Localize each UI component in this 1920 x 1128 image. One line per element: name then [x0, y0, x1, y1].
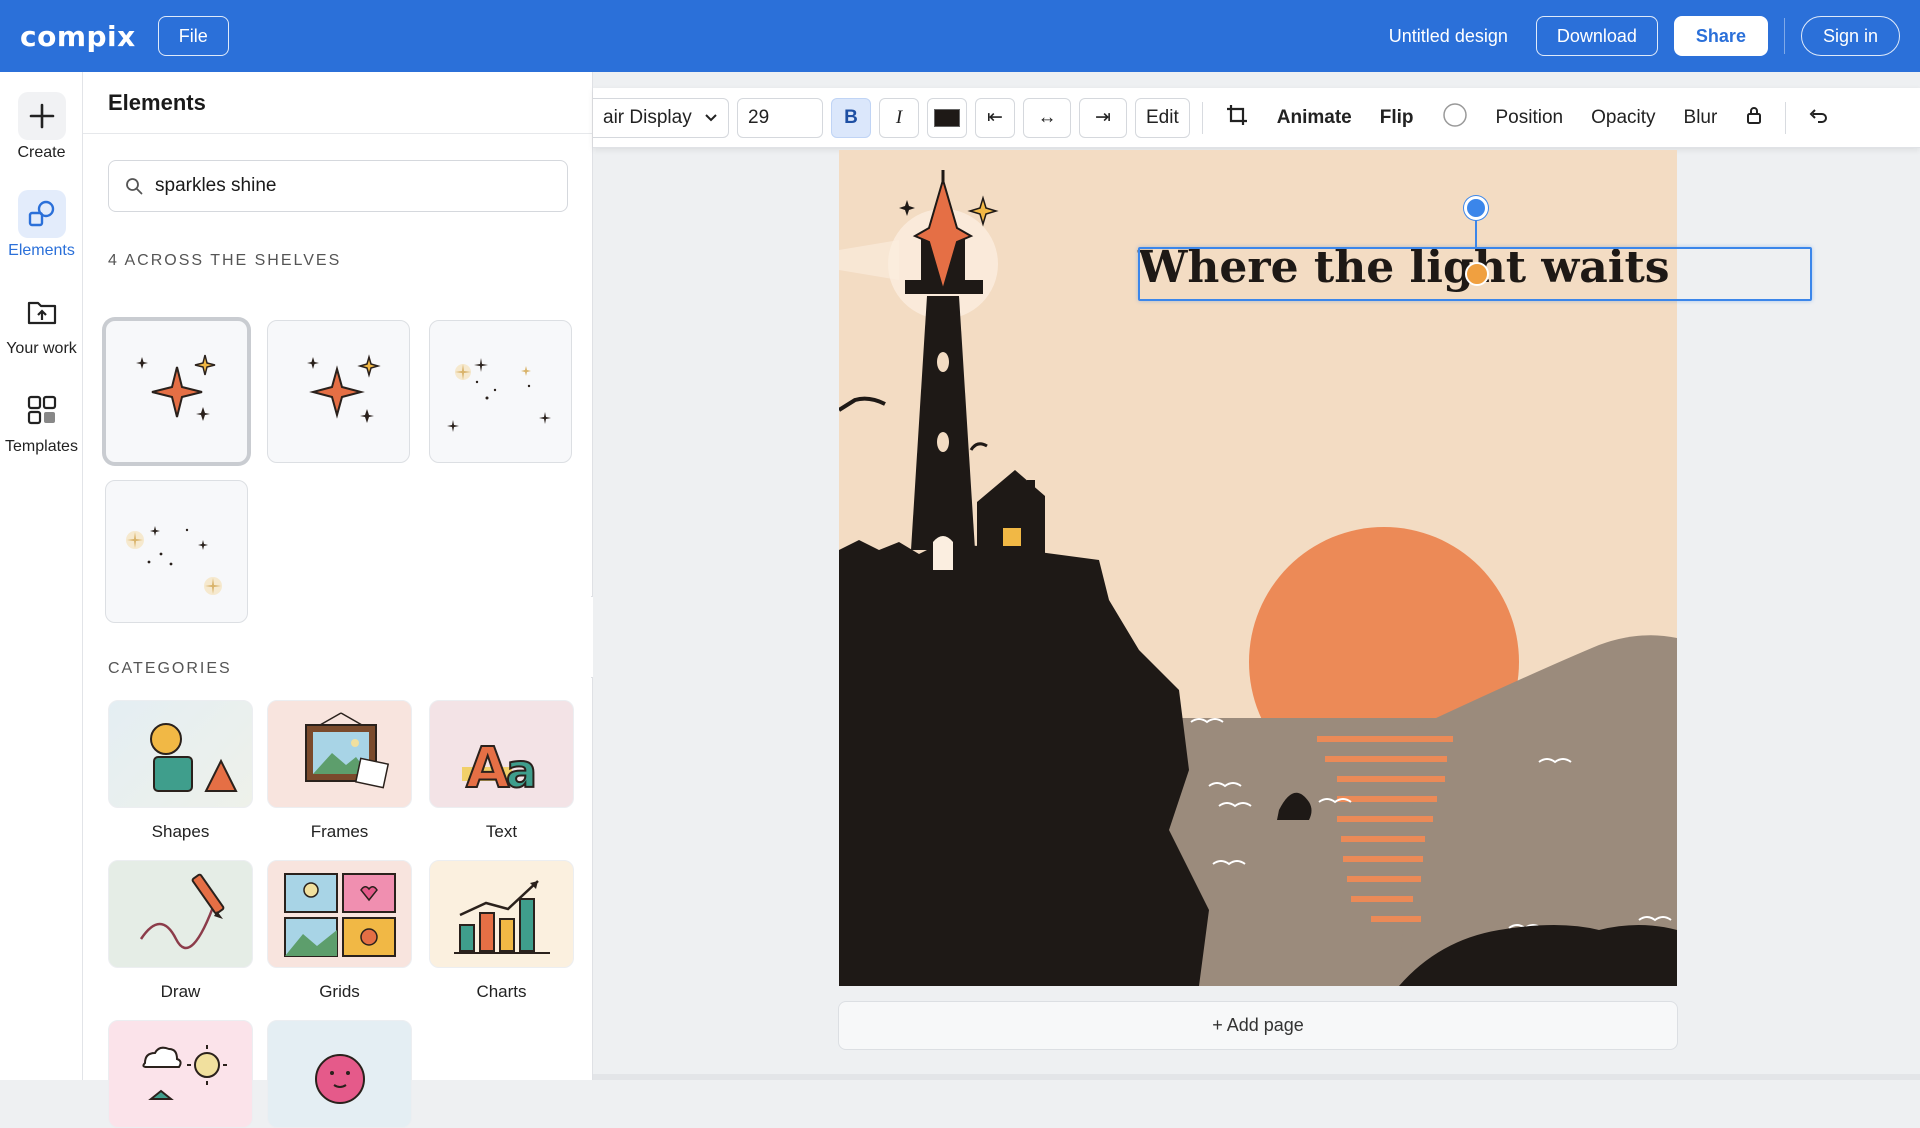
charts-thumbnail-icon: [429, 860, 574, 968]
category-faces[interactable]: [267, 1020, 412, 1128]
category-shapes[interactable]: Shapes: [108, 700, 253, 842]
color-swatch: [934, 108, 960, 127]
divider: [1783, 18, 1785, 54]
plus-icon: [17, 92, 66, 140]
divider: [1201, 101, 1203, 134]
draw-thumbnail-icon: [108, 860, 253, 968]
sparkle-result-4[interactable]: [105, 480, 248, 623]
sparkle-result-3[interactable]: [429, 320, 572, 463]
text-thumbnail-icon: Aa: [429, 700, 574, 808]
download-button[interactable]: Download: [1535, 16, 1658, 56]
category-stickers[interactable]: [108, 1020, 253, 1128]
bold-button[interactable]: B: [831, 97, 871, 138]
frames-thumbnail-icon: [267, 700, 412, 808]
flip-button[interactable]: Flip: [1370, 107, 1424, 129]
undo-icon[interactable]: [1798, 106, 1838, 130]
align-center-button[interactable]: ↔: [1023, 97, 1071, 138]
category-label: Shapes: [151, 822, 210, 841]
crop-icon[interactable]: [1215, 103, 1259, 133]
shapes-thumbnail-icon: [108, 700, 253, 808]
shapes-icon: [17, 190, 66, 238]
rotate-handle-icon[interactable]: [1464, 196, 1488, 220]
weather-thumbnail-icon: [108, 1020, 253, 1128]
side-rail: Create Elements Your work Templates: [0, 72, 83, 1080]
results-label: 4 ACROSS THE SHELVES: [108, 252, 342, 269]
move-handle-icon[interactable]: [1465, 262, 1489, 286]
divider: [1785, 101, 1787, 134]
search-input[interactable]: sparkles shine: [108, 160, 568, 212]
category-label: Charts: [476, 982, 527, 1001]
panel-title: Elements: [83, 72, 592, 134]
horizontal-scrollbar[interactable]: [593, 1074, 1920, 1080]
edit-button[interactable]: Edit: [1135, 97, 1190, 138]
svg-text:A: A: [466, 736, 510, 799]
sparkle-icon: [135, 354, 215, 421]
rail-label: Create: [17, 144, 66, 161]
folder-upload-icon: [18, 288, 66, 336]
grid-icon: [18, 386, 66, 434]
sparkle-result-2[interactable]: [267, 320, 410, 463]
document-title[interactable]: Untitled design: [1389, 26, 1508, 47]
category-label: Grids: [319, 982, 360, 1001]
rail-elements[interactable]: Elements: [0, 190, 83, 260]
category-charts[interactable]: Charts: [429, 860, 574, 1002]
category-text[interactable]: Aa Text: [429, 700, 574, 842]
top-bar: compix File Untitled design Download Sha…: [0, 0, 1920, 72]
sign-in-button[interactable]: Sign in: [1800, 16, 1900, 56]
file-menu-button[interactable]: File: [157, 16, 229, 56]
sparkle-icon: [306, 353, 381, 423]
svg-text:a: a: [506, 744, 537, 798]
lock-icon[interactable]: [1735, 105, 1773, 131]
glitter-icon: [125, 525, 222, 595]
font-family-value: air Display: [603, 106, 692, 128]
text-toolbar: air Display 29 B I ⇤ ↔ ⇥ Edit Animate Fl…: [593, 88, 1920, 148]
category-label: Draw: [160, 982, 201, 1001]
category-label: Frames: [310, 822, 369, 841]
sparkle-result-1[interactable]: [105, 320, 248, 463]
align-left-button[interactable]: ⇤: [975, 97, 1015, 138]
chevron-down-icon: [705, 113, 717, 121]
category-frames[interactable]: Frames: [267, 700, 412, 842]
rail-create[interactable]: Create: [0, 92, 83, 162]
rail-label: Elements: [8, 242, 75, 259]
font-size-input[interactable]: 29: [737, 97, 823, 138]
font-size-value: 29: [748, 106, 770, 128]
italic-button[interactable]: I: [879, 97, 919, 138]
search-value: sparkles shine: [155, 175, 277, 196]
category-label: Text: [485, 822, 518, 841]
align-right-button[interactable]: ⇥: [1079, 97, 1127, 138]
position-button[interactable]: Position: [1486, 107, 1574, 129]
blur-button[interactable]: Blur: [1674, 107, 1728, 129]
rail-label: Your work: [6, 340, 77, 357]
add-page-button[interactable]: + Add page: [838, 1001, 1678, 1050]
rail-label: Templates: [5, 438, 78, 455]
app-logo[interactable]: compix: [20, 20, 136, 53]
search-icon: [126, 178, 143, 195]
glitter-icon: [446, 357, 551, 432]
transparency-circle-icon[interactable]: [1432, 102, 1478, 134]
share-button[interactable]: Share: [1673, 16, 1768, 56]
animate-button[interactable]: Animate: [1267, 107, 1362, 129]
grids-thumbnail-icon: [267, 860, 412, 968]
face-thumbnail-icon: [267, 1020, 412, 1128]
rail-your-work[interactable]: Your work: [0, 288, 83, 358]
categories-label: CATEGORIES: [108, 660, 232, 677]
category-draw[interactable]: Draw: [108, 860, 253, 1002]
text-color-button[interactable]: [927, 97, 967, 138]
font-family-select[interactable]: air Display: [593, 97, 729, 138]
rail-templates[interactable]: Templates: [0, 386, 83, 456]
opacity-button[interactable]: Opacity: [1581, 107, 1665, 129]
elements-panel: Elements sparkles shine 4 ACROSS THE SHE…: [83, 72, 593, 1128]
top-bar-actions: Untitled design Download Share Sign in: [1389, 16, 1900, 56]
category-grids[interactable]: Grids: [267, 860, 412, 1002]
